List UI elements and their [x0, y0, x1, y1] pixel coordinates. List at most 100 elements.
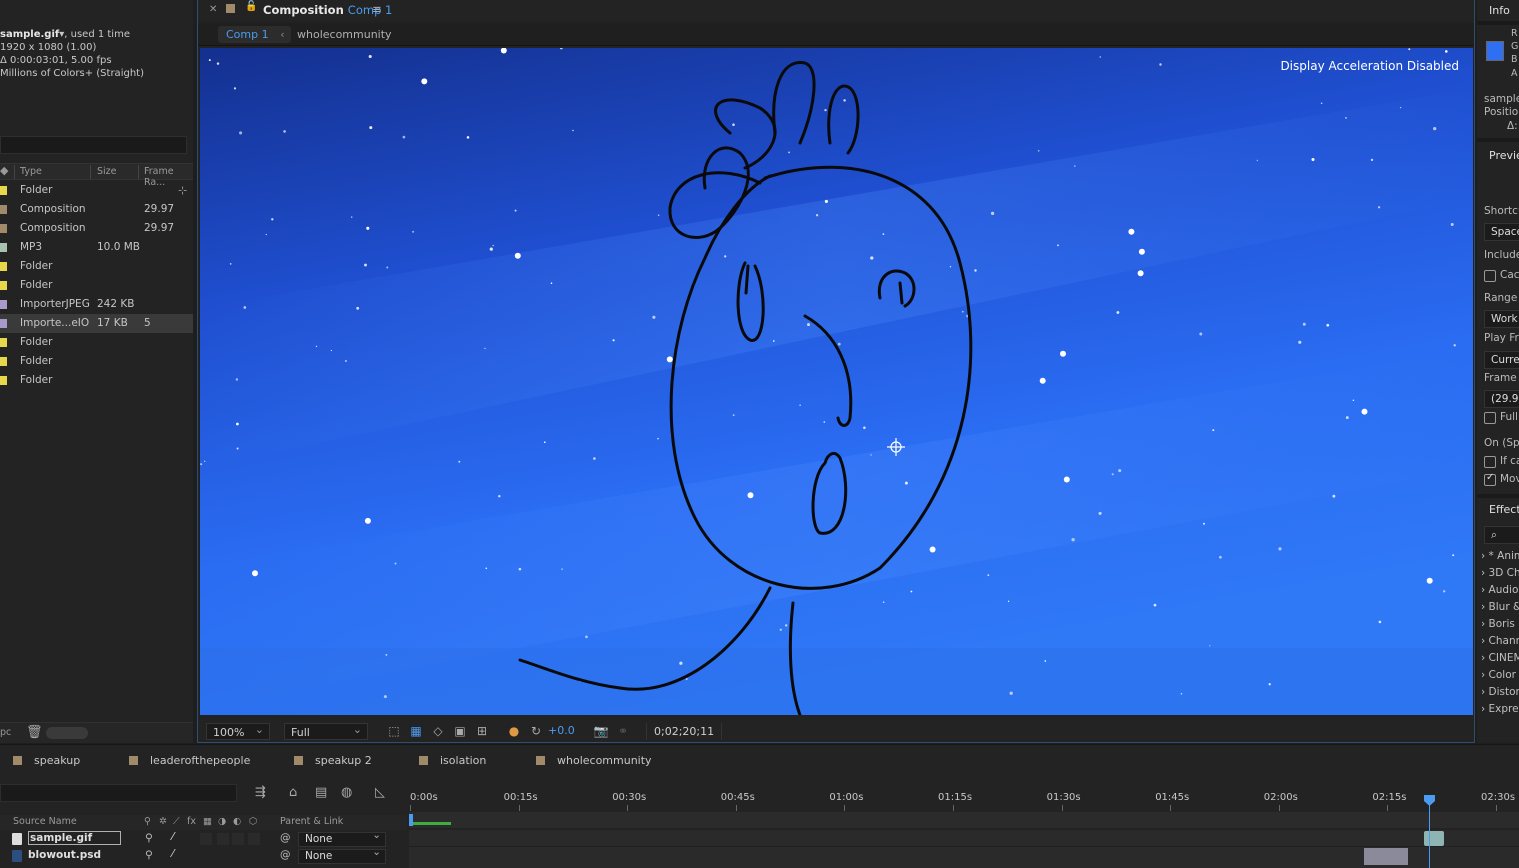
show-snapshot-icon[interactable]: ⚭ — [615, 723, 631, 739]
parent-select[interactable]: None — [298, 829, 386, 847]
label-color-swatch[interactable] — [0, 186, 7, 195]
project-item-row[interactable]: ImporterJPEG 242 KB — [0, 295, 193, 314]
effects-category[interactable]: › Channel — [1481, 635, 1519, 647]
project-item-row[interactable]: Folder ⊹ — [0, 181, 193, 200]
panel-menu-icon[interactable]: ≡ — [372, 2, 382, 16]
flowchart-icon[interactable]: ⊹ — [178, 181, 187, 200]
channel-icon[interactable]: ● — [506, 723, 522, 739]
effects-category[interactable]: › Distort — [1481, 686, 1519, 698]
col-size[interactable]: Size — [97, 166, 117, 177]
shy-switch-icon[interactable]: ⚲ — [145, 849, 153, 861]
timeline-tab-speakup[interactable]: speakup — [13, 754, 80, 767]
info-panel-title[interactable]: Info — [1489, 4, 1510, 17]
label-color-swatch[interactable] — [0, 338, 7, 347]
close-icon[interactable]: ✕ — [209, 4, 217, 15]
project-item-row[interactable]: Folder — [0, 371, 193, 390]
transparency-grid-icon[interactable]: ▦ — [408, 723, 424, 739]
column-divider[interactable] — [90, 165, 91, 179]
bpc-label[interactable]: pc — [0, 727, 11, 738]
effects-category[interactable]: › * Animation Presets — [1481, 550, 1519, 562]
frame-rate-select[interactable]: (29.97) — [1484, 390, 1519, 408]
footage-name[interactable]: sample.gif — [0, 29, 59, 40]
layer-name[interactable]: sample.gif — [28, 831, 122, 845]
cache-checkbox[interactable] — [1484, 270, 1496, 282]
quality-column-icon[interactable]: ⟋ — [173, 816, 180, 827]
current-time-display[interactable]: 0;02;20;11 — [646, 723, 723, 740]
label-color-swatch[interactable] — [0, 357, 7, 366]
shy-layers-icon[interactable]: ▤ — [315, 785, 327, 800]
if-caching-checkbox[interactable] — [1484, 456, 1496, 468]
label-color-swatch[interactable] — [0, 300, 7, 309]
breadcrumb-wholecommunity[interactable]: wholecommunity — [289, 26, 400, 43]
work-area-bar[interactable] — [409, 812, 1519, 828]
timeline-tab-speakup-2[interactable]: speakup 2 — [294, 754, 372, 767]
switch-box[interactable] — [232, 833, 244, 845]
motion-blur-icon[interactable]: ◍ — [341, 785, 352, 800]
project-item-row[interactable]: Folder — [0, 352, 193, 371]
layer-row[interactable]: blowout.psd ⚲ ⁄ @ None — [0, 846, 407, 865]
thumbnail-slider[interactable] — [46, 727, 88, 739]
quality-switch-icon[interactable]: ⁄ — [172, 831, 174, 843]
project-search-input[interactable] — [0, 136, 187, 154]
effects-category[interactable]: › Expression Controls — [1481, 703, 1519, 715]
lock-icon[interactable]: 🔓 — [245, 1, 257, 12]
effects-category[interactable]: › Blur & Sharpen — [1481, 601, 1519, 613]
pick-whip-icon[interactable]: @ — [280, 849, 291, 861]
column-divider[interactable] — [138, 165, 139, 179]
switch-box[interactable] — [217, 833, 229, 845]
project-item-row[interactable]: MP3 10.0 MB — [0, 238, 193, 257]
3d-layer-column-icon[interactable]: ⬡ — [249, 816, 257, 827]
preview-panel-title[interactable]: Preview — [1489, 149, 1519, 162]
effects-category[interactable]: › Boris FX — [1481, 618, 1519, 630]
project-item-row[interactable]: Composition 29.97 — [0, 219, 193, 238]
collapse-column-icon[interactable]: ✲ — [159, 816, 167, 827]
quality-switch-icon[interactable]: ⁄ — [172, 848, 174, 860]
region-of-interest-icon[interactable]: ▣ — [452, 723, 468, 739]
col-source-name[interactable]: Source Name — [13, 816, 77, 827]
project-item-row[interactable]: Composition 29.97 — [0, 200, 193, 219]
effects-search-input[interactable]: ⌕ — [1484, 526, 1519, 544]
timeline-search-input[interactable] — [0, 784, 237, 802]
project-item-row[interactable]: Folder — [0, 333, 193, 352]
reset-exposure-icon[interactable]: ↻ — [528, 723, 544, 739]
parent-select[interactable]: None — [298, 846, 386, 864]
timeline-tab-leaderofthepeople[interactable]: leaderofthepeople — [129, 754, 250, 767]
label-color-swatch[interactable] — [0, 376, 7, 385]
breadcrumb-comp-1[interactable]: Comp 1 ‹ — [218, 26, 291, 43]
resolution-select[interactable]: Full — [284, 721, 368, 740]
adjustment-column-icon[interactable]: ◐ — [233, 816, 241, 827]
label-color-swatch[interactable] — [0, 243, 7, 252]
layer-name[interactable]: blowout.psd — [28, 849, 101, 861]
pick-whip-icon[interactable]: @ — [280, 832, 291, 844]
frame-blend-column-icon[interactable]: ▦ — [203, 816, 212, 827]
project-item-row[interactable]: Importe...eIO 17 KB 5 — [0, 314, 193, 333]
exposure-value[interactable]: +0.0 — [548, 724, 575, 737]
effects-category[interactable]: › CINEMA 4D — [1481, 652, 1519, 664]
layer-row[interactable]: sample.gif ⚲ ⁄ @ None — [0, 829, 407, 848]
track-row[interactable] — [409, 830, 1519, 847]
comp-flowchart-icon[interactable]: ⇶ — [255, 785, 266, 800]
effects-category[interactable]: › Audio — [1481, 584, 1518, 596]
col-type[interactable]: Type — [20, 166, 42, 177]
shy-column-icon[interactable]: ⚲ — [144, 816, 151, 827]
work-area-start-handle[interactable] — [409, 814, 413, 826]
effects-category[interactable]: › 3D Channel — [1481, 567, 1519, 579]
trash-icon[interactable]: 🗑 — [26, 725, 43, 740]
label-color-swatch[interactable] — [0, 205, 7, 214]
fx-column-icon[interactable]: fx — [187, 816, 196, 827]
label-color-swatch[interactable] — [0, 319, 7, 328]
play-from-select[interactable]: Current Time — [1484, 351, 1519, 369]
range-select[interactable]: Work Area — [1484, 310, 1519, 328]
label-color-swatch[interactable] — [0, 262, 7, 271]
label-tag-icon[interactable]: ◆ — [0, 164, 8, 177]
layer-bar-blowout[interactable] — [1364, 848, 1408, 865]
move-time-checkbox[interactable] — [1484, 472, 1496, 486]
snapshot-icon[interactable]: 📷 — [593, 723, 609, 739]
timeline-tab-isolation[interactable]: isolation — [419, 754, 486, 767]
switch-box[interactable] — [248, 833, 260, 845]
label-color-swatch[interactable] — [0, 224, 7, 233]
effects-category[interactable]: › Color Correction — [1481, 669, 1519, 681]
col-parent-link[interactable]: Parent & Link — [280, 816, 343, 827]
layer-bar-sample[interactable] — [1424, 831, 1444, 846]
project-item-row[interactable]: Folder — [0, 257, 193, 276]
